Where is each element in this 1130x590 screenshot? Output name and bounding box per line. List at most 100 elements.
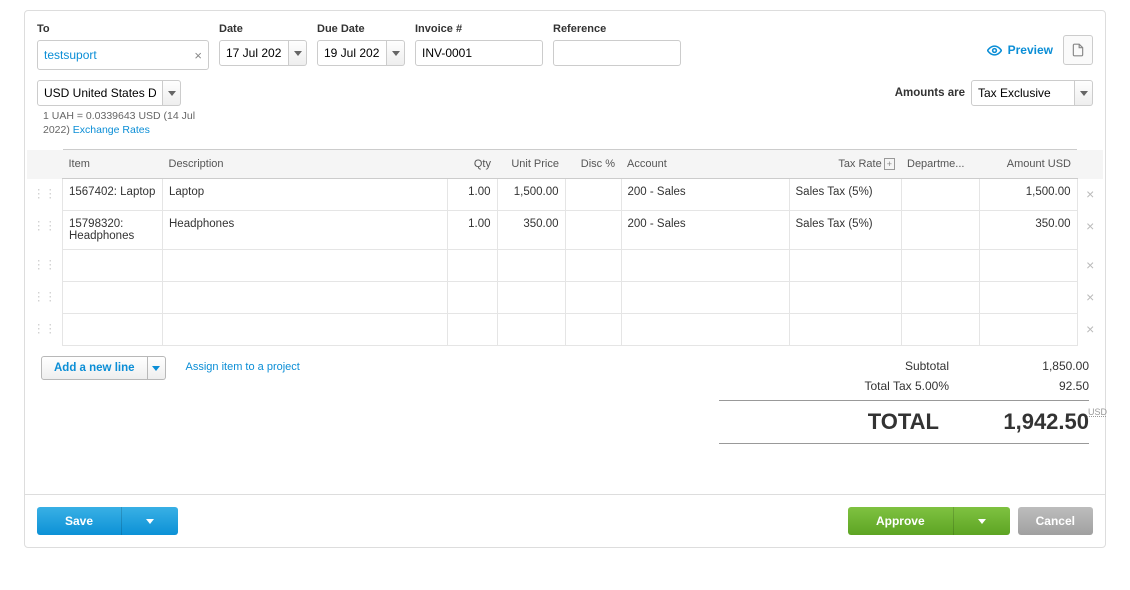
approve-label[interactable]: Approve: [848, 507, 954, 535]
cell-account[interactable]: [621, 250, 789, 282]
currency-select[interactable]: [37, 80, 181, 106]
to-field[interactable]: testsuport ×: [37, 40, 209, 70]
drag-handle-icon[interactable]: ⋮⋮: [27, 282, 63, 314]
cell-price[interactable]: 350.00: [497, 211, 565, 250]
cell-tax[interactable]: Sales Tax (5%): [789, 179, 901, 211]
table-row[interactable]: ⋮⋮1567402: LaptopLaptop1.001,500.00200 -…: [27, 179, 1103, 211]
cell-price[interactable]: [497, 250, 565, 282]
save-label[interactable]: Save: [37, 507, 122, 535]
cell-dept[interactable]: [901, 179, 979, 211]
subtotal-value: 1,850.00: [989, 359, 1089, 373]
cell-dept[interactable]: [901, 314, 979, 346]
amounts-are-select[interactable]: [971, 80, 1093, 106]
cell-qty[interactable]: [447, 314, 497, 346]
cell-qty[interactable]: [447, 282, 497, 314]
cell-dept[interactable]: [901, 211, 979, 250]
due-date-dropdown-icon[interactable]: [387, 40, 405, 66]
cell-tax[interactable]: [789, 250, 901, 282]
cell-desc[interactable]: Laptop: [163, 179, 448, 211]
date-dropdown-icon[interactable]: [289, 40, 307, 66]
subtotal-label: Subtotal: [719, 359, 989, 373]
cell-item[interactable]: 1567402: Laptop: [63, 179, 163, 211]
cell-desc[interactable]: Headphones: [163, 211, 448, 250]
cell-account[interactable]: [621, 314, 789, 346]
due-date-input[interactable]: [317, 40, 387, 66]
delete-row-icon[interactable]: ×: [1077, 179, 1103, 211]
delete-row-icon[interactable]: ×: [1077, 282, 1103, 314]
approve-dropdown-icon[interactable]: [954, 507, 1010, 535]
cell-disc[interactable]: [565, 179, 621, 211]
approve-button[interactable]: Approve: [848, 507, 1010, 535]
eye-icon: [987, 43, 1002, 58]
cell-desc[interactable]: [163, 282, 448, 314]
delete-row-icon[interactable]: ×: [1077, 250, 1103, 282]
cell-desc[interactable]: [163, 250, 448, 282]
cell-tax[interactable]: Sales Tax (5%): [789, 211, 901, 250]
total-value: 1,942.50: [979, 409, 1089, 435]
date-field[interactable]: [219, 40, 307, 66]
cell-disc[interactable]: [565, 314, 621, 346]
cell-desc[interactable]: [163, 314, 448, 346]
attach-button[interactable]: [1063, 35, 1093, 65]
col-price: Unit Price: [497, 150, 565, 179]
cell-price[interactable]: [497, 282, 565, 314]
cell-amount[interactable]: 350.00: [979, 211, 1077, 250]
add-line-label[interactable]: Add a new line: [41, 356, 148, 380]
save-button[interactable]: Save: [37, 507, 178, 535]
cell-disc[interactable]: [565, 250, 621, 282]
table-row[interactable]: ⋮⋮ ×: [27, 314, 1103, 346]
date-input[interactable]: [219, 40, 289, 66]
cell-price[interactable]: 1,500.00: [497, 179, 565, 211]
cell-item[interactable]: 15798320: Headphones: [63, 211, 163, 250]
cell-amount[interactable]: [979, 250, 1077, 282]
save-dropdown-icon[interactable]: [122, 507, 178, 535]
cell-qty[interactable]: 1.00: [447, 211, 497, 250]
reference-input[interactable]: [553, 40, 681, 66]
amounts-are-input[interactable]: [971, 80, 1075, 106]
total-label: TOTAL: [719, 409, 979, 435]
invoice-num-input[interactable]: [415, 40, 543, 66]
cell-disc[interactable]: [565, 282, 621, 314]
cell-qty[interactable]: 1.00: [447, 179, 497, 211]
cell-amount[interactable]: [979, 314, 1077, 346]
to-contact-link[interactable]: testsuport: [44, 48, 97, 62]
cell-price[interactable]: [497, 314, 565, 346]
table-row[interactable]: ⋮⋮ ×: [27, 282, 1103, 314]
cell-qty[interactable]: [447, 250, 497, 282]
cell-tax[interactable]: [789, 282, 901, 314]
preview-button[interactable]: Preview: [987, 43, 1053, 58]
due-date-field[interactable]: [317, 40, 405, 66]
cell-account[interactable]: 200 - Sales: [621, 211, 789, 250]
cell-amount[interactable]: [979, 282, 1077, 314]
totals-block: Subtotal 1,850.00 Total Tax 5.00% 92.50 …: [719, 356, 1089, 444]
cell-item[interactable]: [63, 282, 163, 314]
cell-dept[interactable]: [901, 282, 979, 314]
cancel-button[interactable]: Cancel: [1018, 507, 1093, 535]
cell-account[interactable]: [621, 282, 789, 314]
cell-dept[interactable]: [901, 250, 979, 282]
drag-handle-icon[interactable]: ⋮⋮: [27, 179, 63, 211]
cell-item[interactable]: [63, 314, 163, 346]
delete-row-icon[interactable]: ×: [1077, 211, 1103, 250]
add-line-dropdown-icon[interactable]: [148, 356, 166, 380]
table-row[interactable]: ⋮⋮15798320: HeadphonesHeadphones1.00350.…: [27, 211, 1103, 250]
drag-handle-icon[interactable]: ⋮⋮: [27, 211, 63, 250]
drag-handle-icon[interactable]: ⋮⋮: [27, 314, 63, 346]
add-line-button[interactable]: Add a new line: [41, 356, 166, 380]
drag-handle-icon[interactable]: ⋮⋮: [27, 250, 63, 282]
cell-tax[interactable]: [789, 314, 901, 346]
exchange-rates-link[interactable]: Exchange Rates: [73, 124, 150, 136]
delete-row-icon[interactable]: ×: [1077, 314, 1103, 346]
cell-account[interactable]: 200 - Sales: [621, 179, 789, 211]
currency-input[interactable]: [37, 80, 163, 106]
amounts-are-dropdown-icon[interactable]: [1075, 80, 1093, 106]
currency-dropdown-icon[interactable]: [163, 80, 181, 106]
cell-item[interactable]: [63, 250, 163, 282]
cell-disc[interactable]: [565, 211, 621, 250]
to-clear-icon[interactable]: ×: [194, 48, 202, 63]
table-row[interactable]: ⋮⋮ ×: [27, 250, 1103, 282]
col-disc: Disc %: [565, 150, 621, 179]
assign-project-link[interactable]: Assign item to a project: [186, 356, 300, 373]
cell-amount[interactable]: 1,500.00: [979, 179, 1077, 211]
tax-add-icon[interactable]: +: [884, 158, 895, 170]
